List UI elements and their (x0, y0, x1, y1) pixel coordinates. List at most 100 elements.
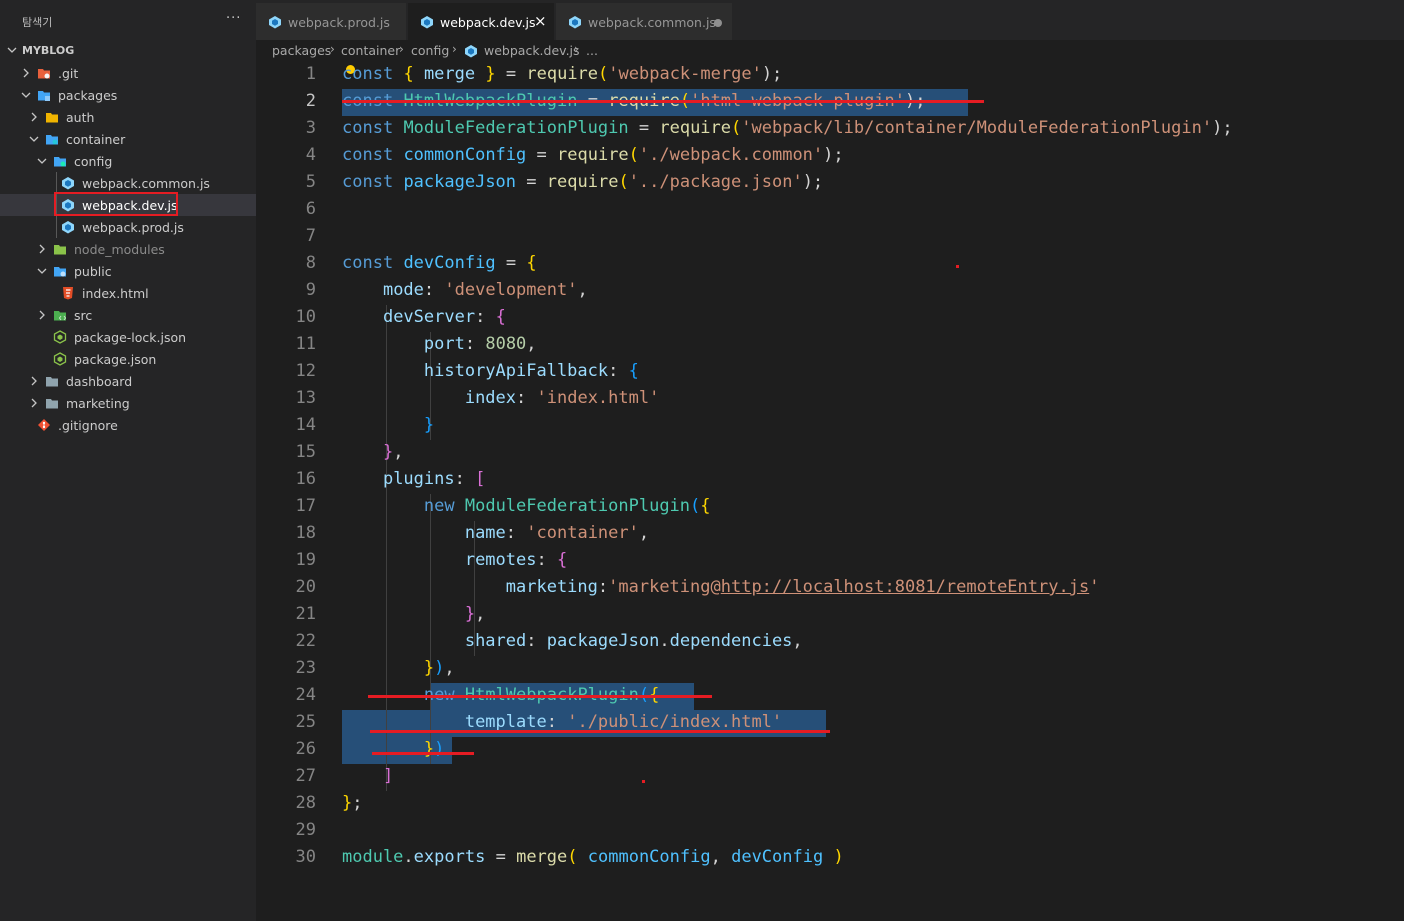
code-token: { (403, 64, 414, 84)
breadcrumb-packages[interactable]: packages (272, 43, 331, 58)
tree-item-label: package-lock.json (74, 330, 187, 345)
code-line-18: name: 'container', (342, 523, 649, 543)
code-line-17: new ModuleFederationPlugin({ (342, 496, 711, 516)
code-token: require (526, 64, 599, 84)
explorer-title: 탐색기 (22, 16, 53, 29)
tree-item-webpack-prod[interactable]: webpack.prod.js (0, 216, 256, 238)
webpack-icon (62, 177, 74, 190)
chevron-right-icon (31, 398, 37, 408)
code-token: , (577, 280, 588, 300)
code-token: . (403, 847, 414, 867)
code-token: ( (628, 145, 639, 165)
tree-item-webpack-common[interactable]: webpack.common.js (0, 172, 256, 194)
explorer-sidebar: 탐색기 ··· MYBLOG .git packages auth contai… (0, 0, 256, 921)
code-line-15: }, (342, 442, 404, 462)
breadcrumb-file[interactable]: webpack.dev.js (484, 43, 580, 58)
tree-item-dashboard[interactable]: dashboard (0, 370, 256, 392)
annotation-dot (642, 780, 645, 783)
tree-item-label: dashboard (66, 374, 133, 389)
code-line-11: port: 8080, (342, 334, 537, 354)
code-token: , (475, 604, 486, 624)
code-token: { (526, 253, 537, 273)
more-actions-button[interactable]: ··· (226, 11, 241, 26)
code-token: packageJson (403, 172, 517, 192)
tree-item-src[interactable]: src (0, 304, 256, 326)
code-token: 'marketing@ (608, 577, 721, 597)
code-line-14: } (342, 415, 434, 435)
code-token: 'development' (444, 280, 578, 300)
code-token: name (464, 523, 506, 543)
breadcrumb-config[interactable]: config (411, 43, 449, 58)
code-token: devConfig (731, 847, 824, 867)
chevron-down-icon (37, 158, 47, 164)
line-number: 18 (295, 523, 316, 543)
tree-item-public[interactable]: public (0, 260, 256, 282)
breadcrumb-container[interactable]: container (341, 43, 400, 58)
code-token: 8080 (485, 334, 527, 354)
code-token: . (659, 631, 670, 651)
webpack-icon (62, 221, 74, 234)
line-number: 19 (295, 550, 316, 570)
tree-item-package-json[interactable]: package.json (0, 348, 256, 370)
annotation-strikethrough (342, 100, 984, 103)
code-link[interactable]: http://localhost:8081/remoteEntry.js (721, 577, 1089, 597)
breadcrumb-symbol[interactable]: ... (586, 43, 598, 58)
line-number: 26 (295, 739, 316, 759)
line-number: 10 (295, 307, 316, 327)
code-token: commonConfig (403, 145, 527, 165)
tree-item-label: marketing (66, 396, 130, 411)
chevron-right-icon (39, 310, 45, 320)
code-token: merge (423, 64, 476, 84)
code-token: } (423, 739, 435, 759)
chevron-down-icon (37, 268, 47, 274)
code-token: : (516, 388, 527, 408)
breadcrumb-separator: › (574, 42, 579, 56)
webpack-icon (569, 16, 581, 29)
code-token: { (556, 550, 568, 570)
tab-webpack-common[interactable]: webpack.common.js (556, 3, 732, 40)
line-number: 23 (295, 658, 316, 678)
code-token: ); (1212, 118, 1233, 138)
code-token: } (423, 658, 435, 678)
workspace-root-label: MYBLOG (22, 44, 75, 57)
line-number: 3 (305, 118, 316, 138)
tree-item-label: config (74, 154, 113, 169)
code-token: , (638, 523, 650, 543)
code-token: } (464, 604, 476, 624)
code-editor[interactable]: 1 2 3 4 5 6 7 8 9 10 11 12 13 14 15 16 1… (256, 62, 1404, 921)
tree-item-node-modules[interactable]: node_modules (0, 238, 256, 260)
code-token: devConfig (403, 253, 496, 273)
tree-item-packages[interactable]: packages (0, 84, 256, 106)
line-number: 27 (295, 766, 316, 786)
code-line-25: template: './public/index.html' (342, 712, 782, 732)
code-token: marketing (505, 577, 598, 597)
workspace-root[interactable]: MYBLOG (0, 40, 256, 62)
tree-item-index-html[interactable]: index.html (0, 282, 256, 304)
tree-item-auth[interactable]: auth (0, 106, 256, 128)
chevron-right-icon (31, 112, 37, 122)
line-number: 28 (295, 793, 316, 813)
code-token: ( (690, 496, 701, 516)
chevron-down-icon (29, 136, 39, 142)
close-tab-button[interactable]: × (534, 12, 547, 30)
tree-item-marketing[interactable]: marketing (0, 392, 256, 414)
code-token: mode (382, 280, 424, 300)
code-token: packageJson (546, 631, 660, 651)
tree-item-package-lock[interactable]: package-lock.json (0, 326, 256, 348)
tree-item-git[interactable]: .git (0, 62, 256, 84)
unsaved-dot-icon[interactable] (714, 19, 722, 27)
code-token: './public/index.html' (567, 712, 783, 732)
tab-webpack-prod[interactable]: webpack.prod.js (256, 3, 406, 40)
code-token: : (536, 550, 547, 570)
code-line-8: const devConfig = { (342, 253, 537, 273)
code-line-28: }; (342, 793, 363, 813)
code-token: { (700, 496, 711, 516)
tree-item-gitignore[interactable]: .gitignore (0, 414, 256, 436)
tree-item-config[interactable]: config (0, 150, 256, 172)
code-token: require (557, 145, 629, 165)
code-token: } (342, 793, 353, 813)
line-number: 14 (295, 415, 316, 435)
tree-item-container[interactable]: container (0, 128, 256, 150)
breadcrumb-separator: › (452, 42, 457, 56)
tab-webpack-dev[interactable]: webpack.dev.js × (408, 3, 554, 40)
